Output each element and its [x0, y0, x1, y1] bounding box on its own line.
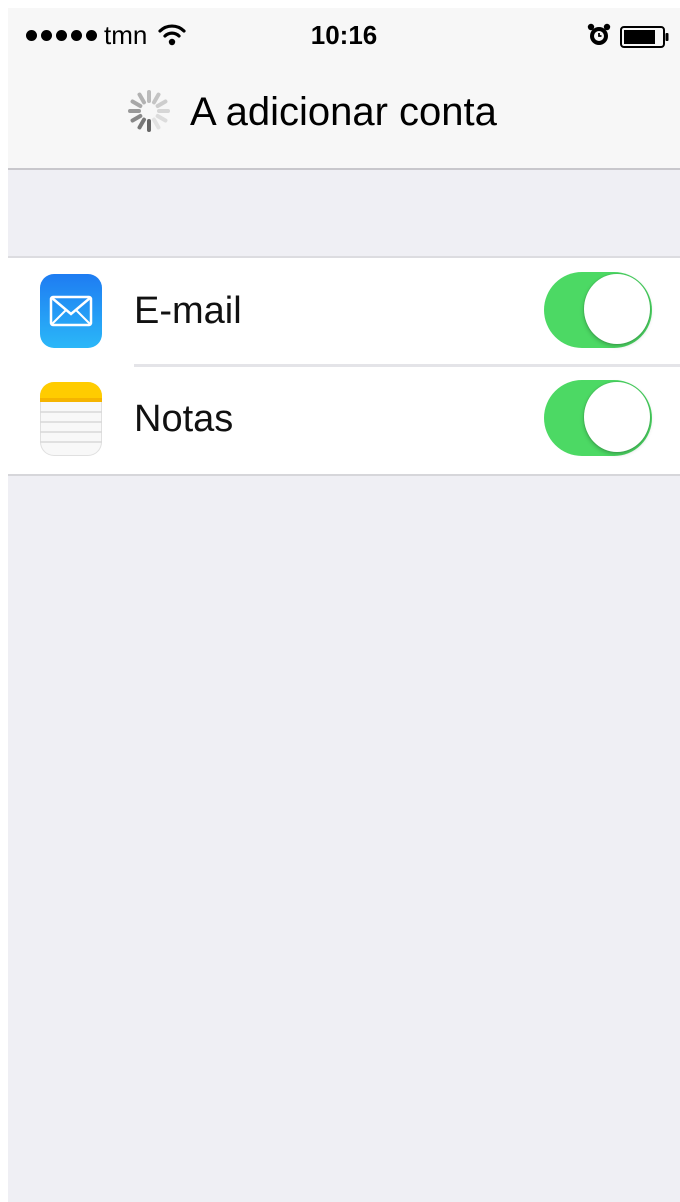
page-title: A adicionar conta [190, 90, 497, 134]
list-item-notes: Notas [8, 364, 680, 474]
list-item-email: E-mail [8, 258, 680, 366]
mail-icon [40, 274, 102, 348]
notes-toggle[interactable] [544, 380, 652, 456]
notes-label: Notas [134, 398, 234, 440]
email-label: E-mail [134, 290, 242, 332]
alarm-icon [587, 23, 611, 45]
notes-icon [40, 382, 102, 456]
services-list: E-mail Notas [8, 256, 680, 476]
toggle-knob [584, 274, 650, 344]
toggle-knob [584, 382, 650, 452]
status-bar: tmn 10:16 [8, 8, 680, 64]
top-bar: tmn 10:16 A adicionar conta [8, 8, 680, 170]
email-toggle[interactable] [544, 272, 652, 348]
battery-icon [620, 26, 669, 48]
status-time: 10:16 [310, 20, 378, 50]
screen: tmn 10:16 A adicionar conta E-mail Notas [8, 8, 680, 1202]
loading-spinner-icon [128, 90, 170, 132]
nav-bar: A adicionar conta [8, 64, 680, 168]
